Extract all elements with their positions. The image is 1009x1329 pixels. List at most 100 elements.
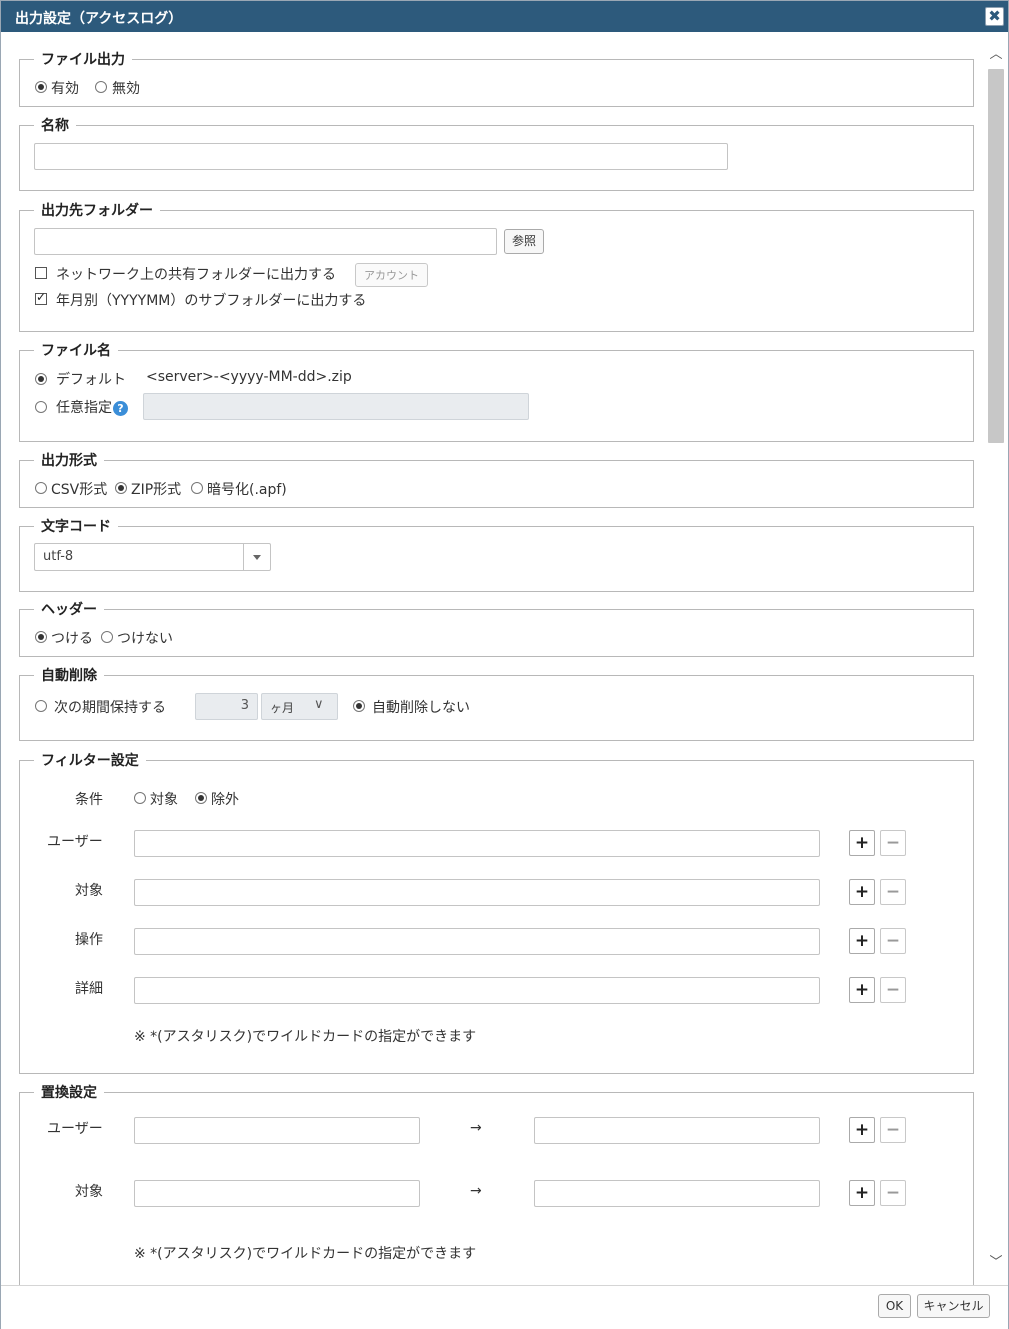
network-share-checkbox[interactable] [35,267,47,279]
format-zip-label: ZIP形式 [131,482,182,498]
header-legend: ヘッダー [34,599,104,619]
help-icon[interactable]: ? [113,400,128,416]
charset-legend: 文字コード [34,516,118,536]
filter-row-label: 対象 [75,883,103,899]
chevron-down-icon [253,555,261,560]
arrow-right-icon: → [470,1120,482,1136]
filter-detail-input[interactable] [134,977,820,1004]
name-input[interactable] [34,143,728,170]
scroll-up-icon[interactable]: ︿ [988,47,1004,63]
plus-icon[interactable]: + [849,830,875,856]
format-encrypted-radio[interactable] [191,482,203,494]
arrow-right-icon: → [470,1183,482,1199]
browse-button[interactable]: 参照 [504,229,544,254]
auto-delete-none-radio[interactable] [353,700,365,712]
replace-legend: 置換設定 [34,1082,104,1102]
filter-target-radio[interactable] [134,792,146,804]
filter-target-input[interactable] [134,879,820,906]
format-csv-label: CSV形式 [51,482,108,498]
plus-icon[interactable]: + [849,928,875,954]
output-settings-dialog: 出力設定（アクセスログ） ✖ ファイル出力 有効 無効 名称 出力先フォルダー … [0,0,1009,1329]
header-off-radio[interactable] [101,631,113,643]
filename-custom-radio[interactable] [35,401,47,413]
filename-custom-label: 任意指定? [56,397,128,417]
minus-icon[interactable]: − [880,928,906,954]
retention-period-input[interactable]: 3 [195,693,258,720]
minus-icon[interactable]: − [880,1180,906,1206]
close-icon[interactable]: ✖ [985,7,1004,26]
vertical-scrollbar[interactable]: ︿ ﹀ [986,41,1006,1281]
output-format-legend: 出力形式 [34,450,104,470]
charset-value: utf-8 [43,549,74,564]
filename-default-pattern: <server>-<yyyy-MM-dd>.zip [146,369,352,385]
filter-target-label: 対象 [150,792,178,808]
auto-delete-legend: 自動削除 [34,665,104,685]
dialog-footer: OK キャンセル [1,1285,1008,1329]
replace-group: 置換設定 ユーザー → + − 対象 → + − ※ *(アスタリスク)でワイル… [19,1082,974,1285]
header-group: ヘッダー つける つけない [19,599,974,657]
header-on-radio[interactable] [35,631,47,643]
file-output-disabled-radio[interactable] [95,81,107,93]
filter-exclude-label: 除外 [211,792,239,808]
filename-default-radio[interactable] [35,373,47,385]
subfolder-checkbox[interactable] [35,290,47,305]
subfolder-label: 年月別（YYYYMM）のサブフォルダーに出力する [56,293,367,309]
plus-icon[interactable]: + [849,1180,875,1206]
format-encrypted-label: 暗号化(.apf) [207,482,287,498]
chevron-down-icon: ∨ [314,697,324,712]
charset-group: 文字コード utf-8 [19,516,974,592]
replace-row-label: ユーザー [47,1121,103,1137]
dialog-titlebar: 出力設定（アクセスログ） ✖ [1,1,1008,32]
filter-row-label: 詳細 [75,981,103,997]
file-output-enabled-radio[interactable] [35,81,47,93]
dialog-title: 出力設定（アクセスログ） [15,11,183,27]
file-output-legend: ファイル出力 [34,49,132,69]
retention-unit-value: ヶ月 [270,701,295,715]
minus-icon[interactable]: − [880,830,906,856]
filter-legend: フィルター設定 [34,750,146,770]
filename-group: ファイル名 デフォルト <server>-<yyyy-MM-dd>.zip 任意… [19,340,974,442]
output-folder-input[interactable] [34,228,497,255]
replace-user-from-input[interactable] [134,1117,420,1144]
auto-delete-group: 自動削除 次の期間保持する 3 ヶ月 ∨ 自動削除しない [19,665,974,741]
name-legend: 名称 [34,115,76,135]
output-folder-legend: 出力先フォルダー [34,200,160,220]
replace-target-to-input[interactable] [534,1180,820,1207]
minus-icon[interactable]: − [880,977,906,1003]
filename-custom-input[interactable] [143,393,529,420]
filter-exclude-radio[interactable] [195,792,207,804]
account-button[interactable]: アカウント [355,263,428,287]
filter-operation-input[interactable] [134,928,820,955]
filter-group: フィルター設定 条件 対象 除外 ユーザー + − 対象 + − 操作 + − … [19,750,974,1074]
output-folder-group: 出力先フォルダー 参照 ネットワーク上の共有フォルダーに出力する アカウント 年… [19,200,974,332]
auto-delete-none-label: 自動削除しない [372,700,470,716]
header-on-label: つける [51,631,93,647]
retention-period-value: 3 [240,698,249,713]
dialog-body: ファイル出力 有効 無効 名称 出力先フォルダー 参照 ネットワーク上の共有フォ… [1,33,1008,1285]
name-group: 名称 [19,115,974,191]
ok-button[interactable]: OK [878,1294,911,1318]
plus-icon[interactable]: + [849,1117,875,1143]
scroll-thumb[interactable] [988,69,1004,443]
replace-target-from-input[interactable] [134,1180,420,1207]
plus-icon[interactable]: + [849,879,875,905]
filter-user-input[interactable] [134,830,820,857]
cancel-button[interactable]: キャンセル [917,1294,990,1318]
header-off-label: つけない [117,631,173,647]
plus-icon[interactable]: + [849,977,875,1003]
output-format-group: 出力形式 CSV形式 ZIP形式 暗号化(.apf) [19,450,974,508]
format-zip-radio[interactable] [115,482,127,494]
file-output-enabled-label: 有効 [51,81,79,97]
replace-row-label: 対象 [75,1184,103,1200]
replace-user-to-input[interactable] [534,1117,820,1144]
scroll-down-icon[interactable]: ﹀ [988,1255,1004,1271]
auto-delete-keep-radio[interactable] [35,700,47,712]
filter-row-label: 操作 [75,932,103,948]
retention-unit-select[interactable]: ヶ月 ∨ [261,693,338,720]
minus-icon[interactable]: − [880,1117,906,1143]
network-share-label: ネットワーク上の共有フォルダーに出力する [56,267,336,283]
charset-select[interactable]: utf-8 [34,543,271,571]
minus-icon[interactable]: − [880,879,906,905]
format-csv-radio[interactable] [35,482,47,494]
file-output-disabled-label: 無効 [112,81,140,97]
